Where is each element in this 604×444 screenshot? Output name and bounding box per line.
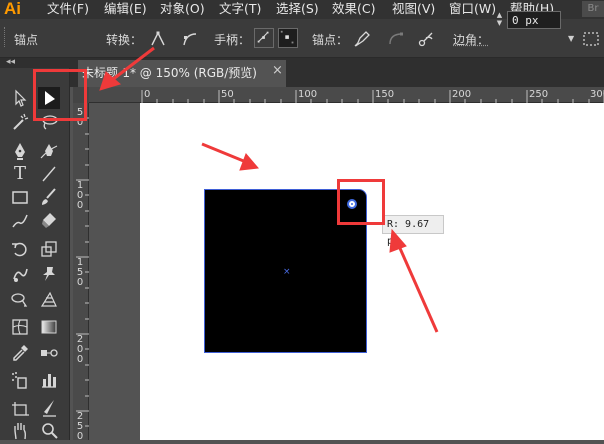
hide-handles-button[interactable] (278, 28, 298, 48)
zoom-tool-icon[interactable] (38, 419, 60, 441)
ruler-v-label: 100 (75, 181, 85, 211)
column-graph-icon[interactable] (38, 369, 60, 391)
hand-tool-icon[interactable] (9, 419, 31, 441)
menu-select[interactable]: 选择(S) (276, 0, 319, 19)
type-tool-icon[interactable]: T (9, 163, 31, 185)
artboard-tool-icon[interactable] (9, 397, 31, 419)
cut-path-icon[interactable] (416, 29, 436, 49)
menu-view[interactable]: 视图(V) (392, 0, 435, 19)
gradient-tool-icon[interactable] (38, 316, 60, 338)
pasteboard[interactable] (89, 103, 140, 440)
blend-tool-icon[interactable] (38, 342, 60, 364)
ruler-h-label: 100 (298, 89, 317, 100)
handles-label: 手柄： (214, 31, 250, 48)
eyedropper-icon[interactable] (9, 342, 31, 364)
rectangle-tool-icon[interactable] (9, 186, 31, 208)
puppet-warp-icon[interactable] (38, 263, 60, 285)
transform-bounds-icon[interactable] (581, 29, 601, 49)
ruler-h-label: 0 (144, 89, 150, 100)
ruler-v-label: 200 (75, 335, 85, 365)
anchors-label: 锚点： (312, 31, 348, 48)
toolbar-collapse-icon[interactable]: ◂◂ (6, 57, 15, 67)
menu-window[interactable]: 窗口(W) (449, 0, 496, 19)
ruler-h-label: 50 (221, 89, 234, 100)
control-bar-grip[interactable] (4, 27, 8, 47)
remove-anchor-icon[interactable] (352, 29, 372, 49)
ruler-h-label: 300 (590, 89, 604, 100)
corner-label[interactable]: 边角： (453, 31, 489, 48)
pen-tool-icon[interactable] (9, 140, 31, 162)
ruler-h-label: 200 (452, 89, 471, 100)
rotate-tool-icon[interactable] (9, 238, 31, 260)
shaper-tool-icon[interactable] (9, 209, 31, 231)
mesh-tool-icon[interactable] (9, 316, 31, 338)
menu-type[interactable]: 文字(T) (219, 0, 261, 19)
corner-radius-tooltip: R: 9.67 px (382, 215, 444, 234)
menu-object[interactable]: 对象(O) (160, 0, 205, 19)
ruler-h-label: 150 (375, 89, 394, 100)
ruler-h-label: 250 (529, 89, 548, 100)
scale-tool-icon[interactable] (38, 238, 60, 260)
slice-tool-icon[interactable] (38, 397, 60, 419)
horizontal-ruler[interactable] (89, 87, 604, 103)
show-handles-button[interactable] (254, 28, 274, 48)
annotation-box-tool (33, 69, 87, 121)
convert-to-smooth-icon[interactable] (180, 29, 200, 49)
corner-radius-input[interactable] (507, 11, 561, 29)
menu-file[interactable]: 文件(F) (47, 0, 89, 19)
curvature-tool-icon[interactable] (38, 140, 60, 162)
tab-close-icon[interactable]: × (272, 63, 283, 78)
document-tab[interactable]: 未标题-1* @ 150% (RGB/预览) (78, 60, 286, 87)
connect-paths-icon[interactable] (386, 29, 406, 49)
warp-tool-icon[interactable] (9, 263, 31, 285)
selection-arrow-icon[interactable] (9, 87, 31, 109)
perspective-grid-icon[interactable] (38, 288, 60, 310)
control-bar-mode-label: 锚点 (14, 31, 38, 48)
corner-stepper[interactable]: ▲ ▼ (494, 11, 505, 29)
ruler-v-label: 150 (75, 258, 85, 288)
convert-label: 转换： (106, 31, 142, 48)
ruler-v-label: 250 (75, 412, 85, 442)
bridge-button[interactable]: Br (582, 1, 604, 17)
magic-wand-icon[interactable] (9, 111, 31, 133)
convert-to-corner-icon[interactable] (148, 29, 168, 49)
corner-dropdown-chevron-icon[interactable]: ▼ (568, 34, 574, 43)
shape-builder-icon[interactable] (9, 288, 31, 310)
annotation-box-corner (337, 179, 385, 225)
paintbrush-icon[interactable] (38, 186, 60, 208)
symbol-sprayer-icon[interactable] (9, 369, 31, 391)
menu-edit[interactable]: 编辑(E) (104, 0, 147, 19)
app-logo: Ai (4, 0, 21, 19)
line-tool-icon[interactable] (38, 163, 60, 185)
center-point-icon: × (283, 267, 291, 277)
eraser-icon[interactable] (38, 209, 60, 231)
menu-effect[interactable]: 效果(C) (332, 0, 375, 19)
